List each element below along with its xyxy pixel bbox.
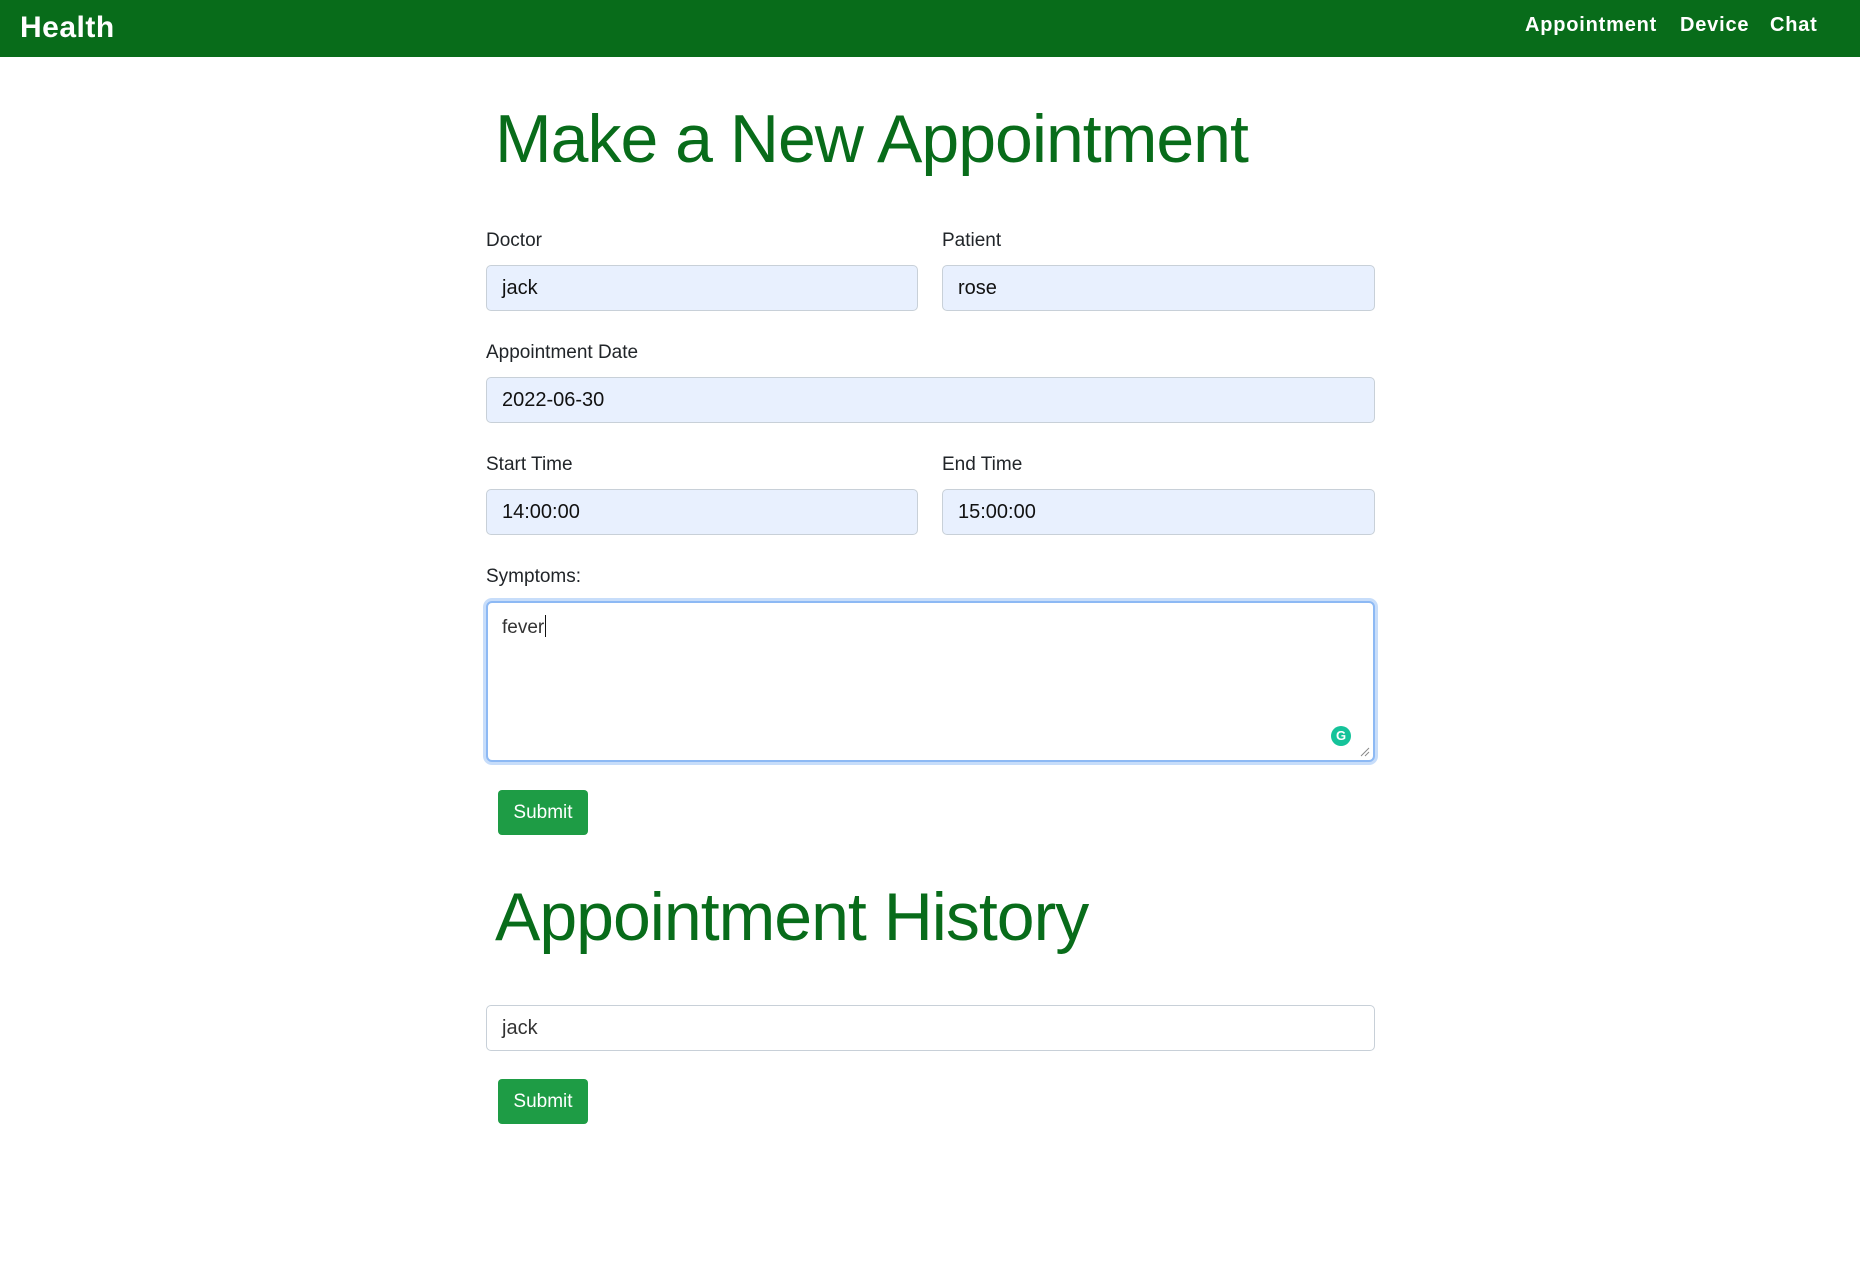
nav-link-chat[interactable]: Chat (1770, 14, 1818, 37)
grammarly-icon[interactable]: G (1331, 726, 1351, 746)
nav-link-appointment[interactable]: Appointment (1525, 14, 1657, 37)
patient-input[interactable]: rose (942, 265, 1375, 311)
text-caret (545, 615, 547, 637)
top-navbar: Health Appointment Device Chat (0, 0, 1860, 57)
brand-logo[interactable]: Health (20, 11, 115, 45)
start-time-label: Start Time (486, 454, 573, 475)
end-time-label: End Time (942, 454, 1023, 475)
doctor-label: Doctor (486, 230, 542, 251)
end-time-input[interactable]: 15:00:00 (942, 489, 1375, 535)
page-title-new-appointment: Make a New Appointment (495, 101, 1249, 177)
symptoms-label: Symptoms: (486, 566, 582, 587)
appointment-date-label: Appointment Date (486, 342, 639, 363)
resize-handle-icon[interactable] (1360, 747, 1370, 757)
appointment-date-input[interactable]: 2022-06-30 (486, 377, 1375, 423)
nav-link-device[interactable]: Device (1680, 14, 1749, 37)
symptoms-text: fever (502, 617, 545, 638)
submit-appointment-button[interactable]: Submit (498, 790, 588, 835)
doctor-input[interactable]: jack (486, 265, 918, 311)
symptoms-textarea[interactable]: fever G (486, 601, 1375, 762)
patient-label: Patient (942, 230, 1002, 251)
page-title-appointment-history: Appointment History (495, 879, 1089, 955)
submit-history-button[interactable]: Submit (498, 1079, 588, 1124)
start-time-input[interactable]: 14:00:00 (486, 489, 918, 535)
history-search-input[interactable]: jack (486, 1005, 1375, 1051)
